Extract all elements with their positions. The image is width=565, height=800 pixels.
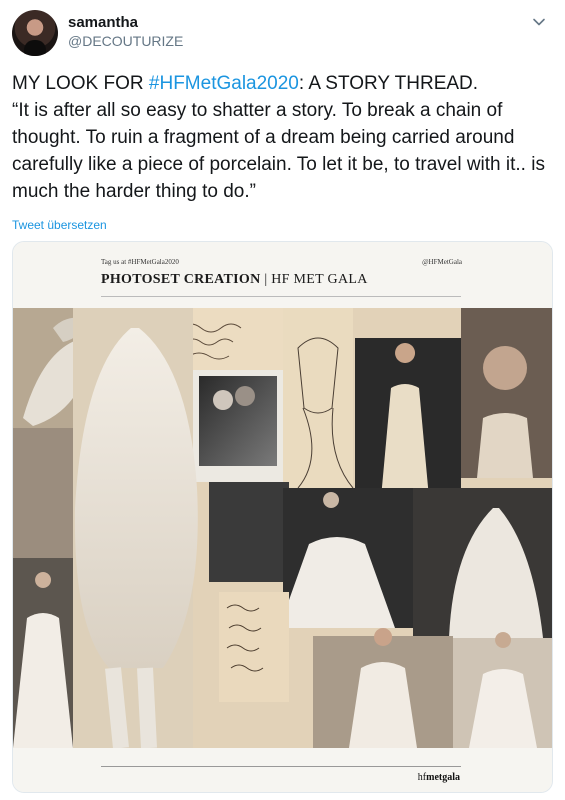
- tweet-header: samantha @DECOUTURIZE: [12, 10, 553, 56]
- avatar[interactable]: [12, 10, 58, 56]
- footer-logo-bold: metgala: [426, 772, 460, 783]
- collage-artwork: [13, 308, 552, 748]
- moodboard-collage: [13, 308, 552, 748]
- moodboard-title-rest: | HF MET GALA: [260, 272, 368, 287]
- tweet-quote: “It is after all so easy to shatter a st…: [12, 100, 545, 202]
- tweet-text-suffix: : A STORY THREAD.: [298, 73, 479, 94]
- moodboard-sheet: Tag us at #HFMetGala2020 @HFMetGala PHOT…: [13, 242, 552, 792]
- tweet-text-prefix: MY LOOK FOR: [12, 73, 149, 94]
- moodboard-tag-right: @HFMetGala: [422, 258, 462, 266]
- hf-metgala-logo: hfmetgala: [418, 772, 460, 783]
- tweet-text: MY LOOK FOR #HFMetGala2020: A STORY THRE…: [12, 70, 552, 205]
- moodboard-footer-divider: [101, 766, 461, 767]
- moodboard-title: PHOTOSET CREATION | HF MET GALA: [101, 272, 368, 288]
- footer-logo-plain: hf: [417, 772, 427, 783]
- moodboard-divider: [101, 296, 461, 297]
- tweet-image[interactable]: Tag us at #HFMetGala2020 @HFMetGala PHOT…: [12, 241, 553, 793]
- moodboard-title-bold: PHOTOSET CREATION: [101, 272, 261, 287]
- chevron-down-icon[interactable]: [531, 14, 547, 30]
- translate-link[interactable]: Tweet übersetzen: [12, 218, 107, 232]
- author-name[interactable]: samantha: [68, 14, 138, 31]
- moodboard-tag-left: Tag us at #HFMetGala2020: [101, 258, 179, 266]
- hashtag-link[interactable]: #HFMetGala2020: [149, 73, 299, 94]
- author-handle[interactable]: @DECOUTURIZE: [68, 33, 183, 49]
